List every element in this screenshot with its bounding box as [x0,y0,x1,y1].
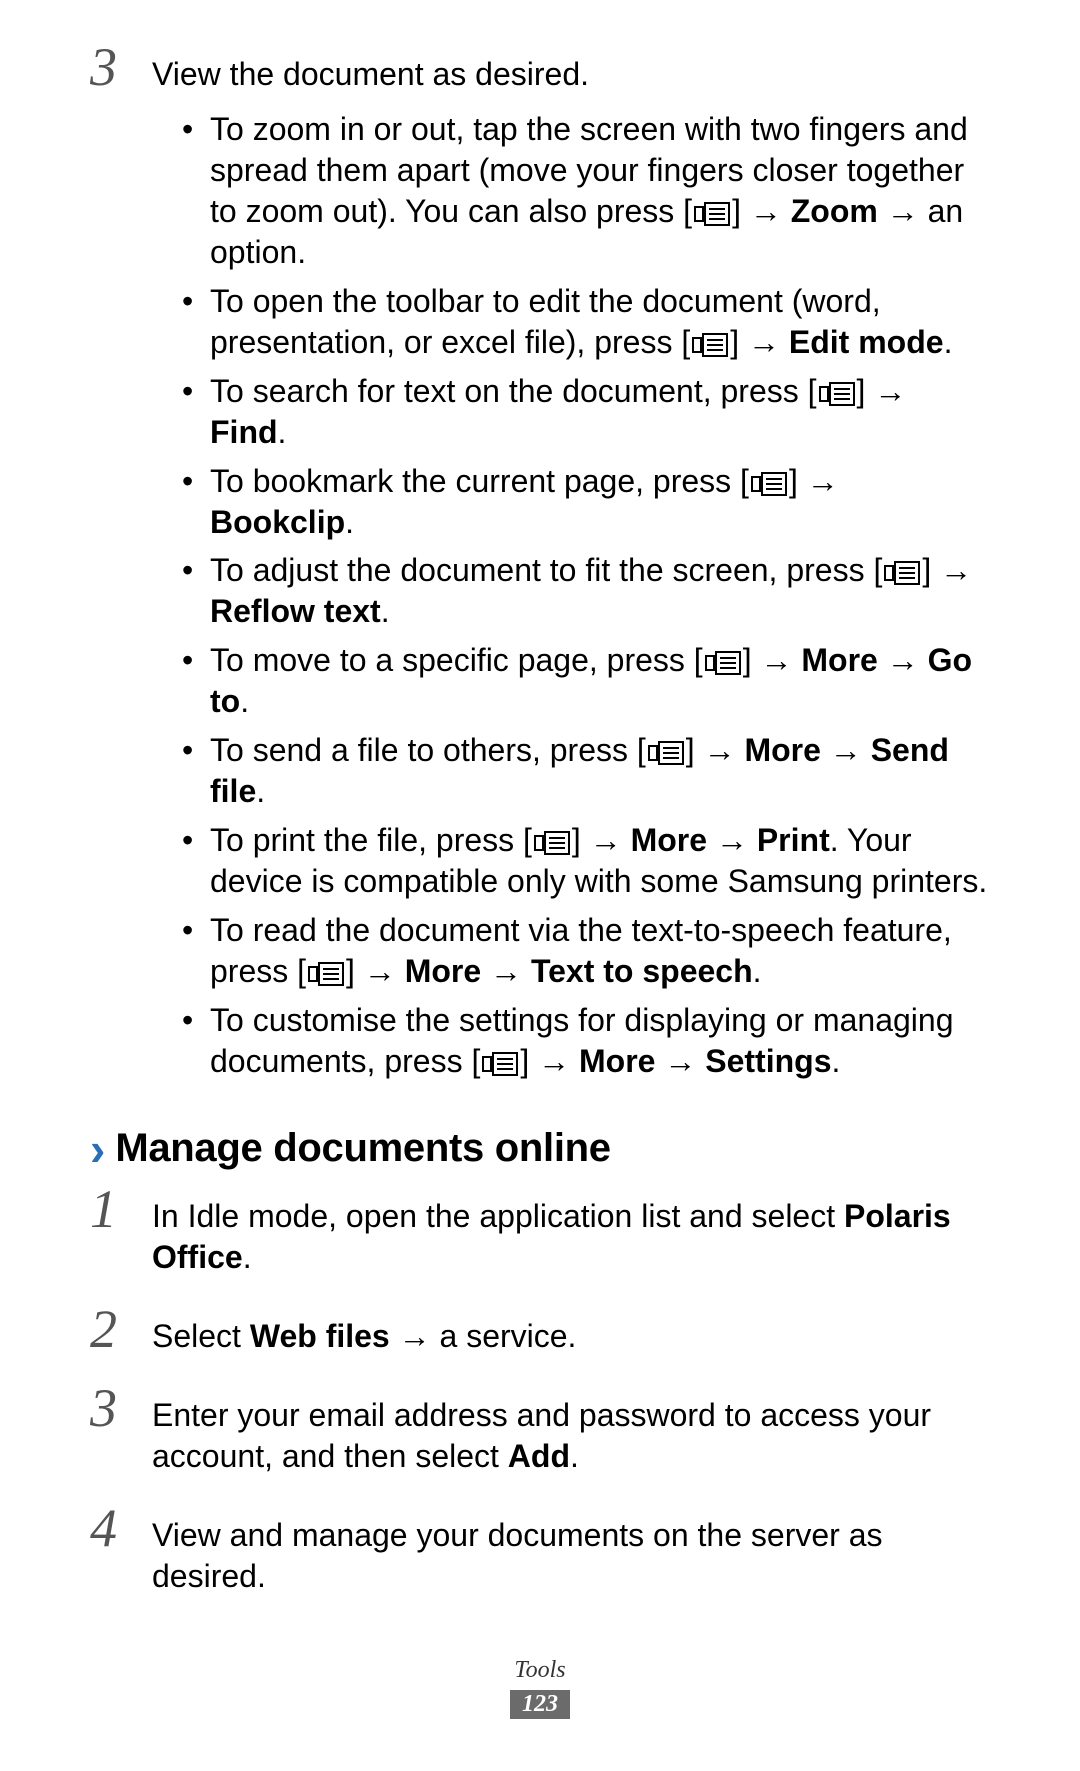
bullet-item: To send a file to others, press [ ] → Mor… [182,730,990,812]
bullet-item: To move to a specific page, press [ ] → M… [182,640,990,722]
step-body: View and manage your documents on the se… [152,1515,990,1597]
bullet-bold2: Text to speech [531,953,753,989]
section-heading: › Manage documents online [90,1126,990,1172]
bullet-bold1: More [579,1043,655,1079]
menu-icon [648,741,684,765]
bullet-text-mid: → [878,642,928,678]
bullet-item: To read the document via the text-to-spe… [182,910,990,992]
step-text-post: . [570,1438,579,1474]
bullet-text-post1: ] → [789,463,839,499]
page-number-badge: 123 [510,1690,570,1719]
step-3b: 3 Enter your email address and password … [90,1381,990,1477]
bullet-item: To print the file, press [ ] → More → Pri… [182,820,990,902]
menu-icon [482,1052,518,1076]
bullet-bold1: Bookclip [210,504,345,540]
menu-icon [705,651,741,675]
bullet-text-post1: ] → [572,822,631,858]
bullet-text-post1: ] → [730,324,789,360]
section-title: Manage documents online [115,1126,610,1171]
bullet-bold1: Edit mode [789,324,944,360]
bullet-text-post2: . [753,953,762,989]
page-footer: Tools 123 [0,1657,1080,1719]
step-text-post: . [243,1239,252,1275]
bullet-bold1: More [801,642,877,678]
bullet-text-pre: To print the file, press [ [210,822,532,858]
bullet-bold1: More [631,822,707,858]
step-body: View the document as desired. To zoom in… [152,54,990,1082]
bullet-text-post1: ] → [743,642,802,678]
bullet-text-post1: ] → [686,732,745,768]
menu-icon [534,831,570,855]
bullet-text-mid: → [707,822,757,858]
bullet-bold1: More [744,732,820,768]
menu-icon [884,561,920,585]
step-intro-text: View the document as desired. [152,56,589,92]
bullet-text-post1: ] → [922,552,972,588]
step-3: 3 View the document as desired. To zoom … [90,40,990,1082]
bullet-text-pre: To adjust the document to fit the screen… [210,552,882,588]
chevron-icon: › [90,1126,105,1172]
bullet-text-post2: . [278,414,287,450]
bullet-text-post2: . [345,504,354,540]
bullet-bold1: Find [210,414,278,450]
bullet-text-post1: ] → [857,373,907,409]
step-1: 1 In Idle mode, open the application lis… [90,1182,990,1278]
bullet-text-mid: → [481,953,531,989]
step-2: 2 Select Web files → a service. [90,1302,990,1357]
menu-icon [692,333,728,357]
step-number: 3 [90,1381,130,1435]
step-number: 4 [90,1501,130,1555]
manual-page: 3 View the document as desired. To zoom … [0,0,1080,1771]
bullet-text-post2: . [381,593,390,629]
step-4: 4 View and manage your documents on the … [90,1501,990,1597]
bullet-text-post1: ] → [732,193,791,229]
bullet-item: To search for text on the document, pres… [182,371,990,453]
step-text-bold: Web files [250,1318,390,1354]
bullet-text-post2: . [240,683,249,719]
bullet-text-post2: . [831,1043,840,1079]
bullet-bold1: Zoom [791,193,878,229]
step-text-post: → a service. [390,1318,577,1354]
bullet-item: To customise the settings for displaying… [182,1000,990,1082]
step-text: View and manage your documents on the se… [152,1517,883,1594]
step-number: 3 [90,40,130,94]
bullet-text-post2: . [944,324,953,360]
bullet-item: To open the toolbar to edit the document… [182,281,990,363]
bullet-bold2: Settings [705,1043,831,1079]
step-3-bullet-list: To zoom in or out, tap the screen with t… [152,109,990,1082]
bullet-text-pre: To bookmark the current page, press [ [210,463,749,499]
step-text-bold: Add [508,1438,570,1474]
menu-icon [751,472,787,496]
menu-icon [694,202,730,226]
bullet-text-pre: To move to a specific page, press [ [210,642,703,678]
step-body: Enter your email address and password to… [152,1395,990,1477]
bullet-bold1: Reflow text [210,593,381,629]
step-body: In Idle mode, open the application list … [152,1196,990,1278]
step-text-pre: Select [152,1318,250,1354]
bullet-text-post1: ] → [346,953,405,989]
step-text-pre: In Idle mode, open the application list … [152,1198,844,1234]
menu-icon [308,962,344,986]
bullet-text-post2: . [256,773,265,809]
bullet-bold2: Print [757,822,830,858]
bullet-text-pre: To send a file to others, press [ [210,732,646,768]
step-number: 2 [90,1302,130,1356]
bullet-text-mid: → [821,732,871,768]
step-body: Select Web files → a service. [152,1316,990,1357]
bullet-bold1: More [405,953,481,989]
menu-icon [819,382,855,406]
bullet-item: To zoom in or out, tap the screen with t… [182,109,990,273]
bullet-text-pre: To search for text on the document, pres… [210,373,817,409]
step-number: 1 [90,1182,130,1236]
footer-section-label: Tools [0,1657,1080,1684]
bullet-text-post1: ] → [520,1043,579,1079]
bullet-text-mid: → [655,1043,705,1079]
bullet-item: To bookmark the current page, press [ ] →… [182,461,990,543]
bullet-item: To adjust the document to fit the screen… [182,550,990,632]
